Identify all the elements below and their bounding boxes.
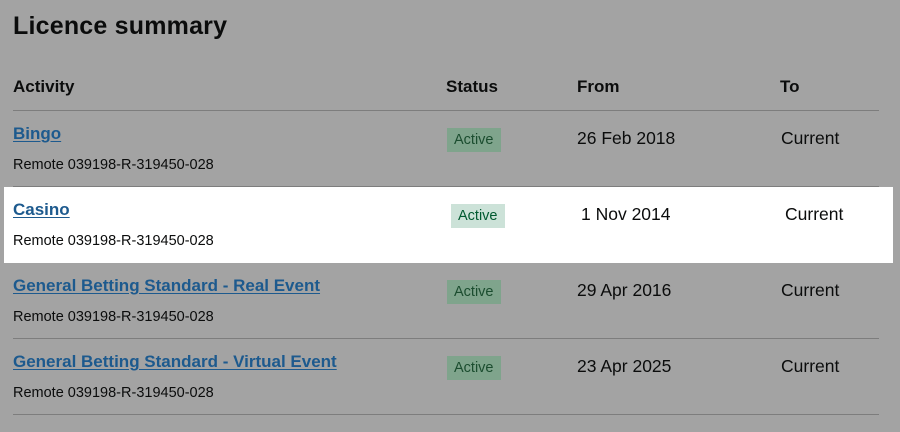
licence-reference: Remote 039198-R-319450-028 <box>13 157 214 173</box>
table-header-row: Activity Status From To <box>13 64 879 111</box>
licence-reference: Remote 039198-R-319450-028 <box>13 233 214 249</box>
from-date: 23 Apr 2025 <box>577 356 672 376</box>
to-date: Current <box>781 356 840 376</box>
to-date: Current <box>785 204 844 224</box>
activity-link-general-betting-real-event[interactable]: General Betting Standard - Real Event <box>13 275 320 297</box>
to-date: Current <box>781 128 840 148</box>
column-header-from: From <box>577 77 620 96</box>
column-header-activity: Activity <box>13 77 75 96</box>
table-row-highlighted: Casino Remote 039198-R-319450-028 Active… <box>4 187 893 263</box>
from-date: 26 Feb 2018 <box>577 128 676 148</box>
page-title: Licence summary <box>13 12 228 40</box>
status-badge: Active <box>447 128 501 152</box>
column-header-to: To <box>780 77 800 96</box>
licence-table: Activity Status From To Bingo Remote 039… <box>0 64 900 415</box>
from-date: 29 Apr 2016 <box>577 280 672 300</box>
status-badge: Active <box>447 356 501 380</box>
licence-reference: Remote 039198-R-319450-028 <box>13 309 214 325</box>
activity-link-general-betting-virtual-event[interactable]: General Betting Standard - Virtual Event <box>13 351 337 373</box>
from-date: 1 Nov 2014 <box>581 204 671 224</box>
to-date: Current <box>781 280 840 300</box>
activity-link-bingo[interactable]: Bingo <box>13 123 61 145</box>
row-divider <box>13 414 879 415</box>
table-row: General Betting Standard - Virtual Event… <box>0 339 900 415</box>
licence-reference: Remote 039198-R-319450-028 <box>13 385 214 401</box>
status-badge: Active <box>447 280 501 304</box>
table-row: Bingo Remote 039198-R-319450-028 Active … <box>0 111 900 187</box>
table-row: General Betting Standard - Real Event Re… <box>0 263 900 339</box>
activity-link-casino[interactable]: Casino <box>13 199 70 221</box>
column-header-status: Status <box>446 77 498 96</box>
status-badge: Active <box>451 204 505 228</box>
